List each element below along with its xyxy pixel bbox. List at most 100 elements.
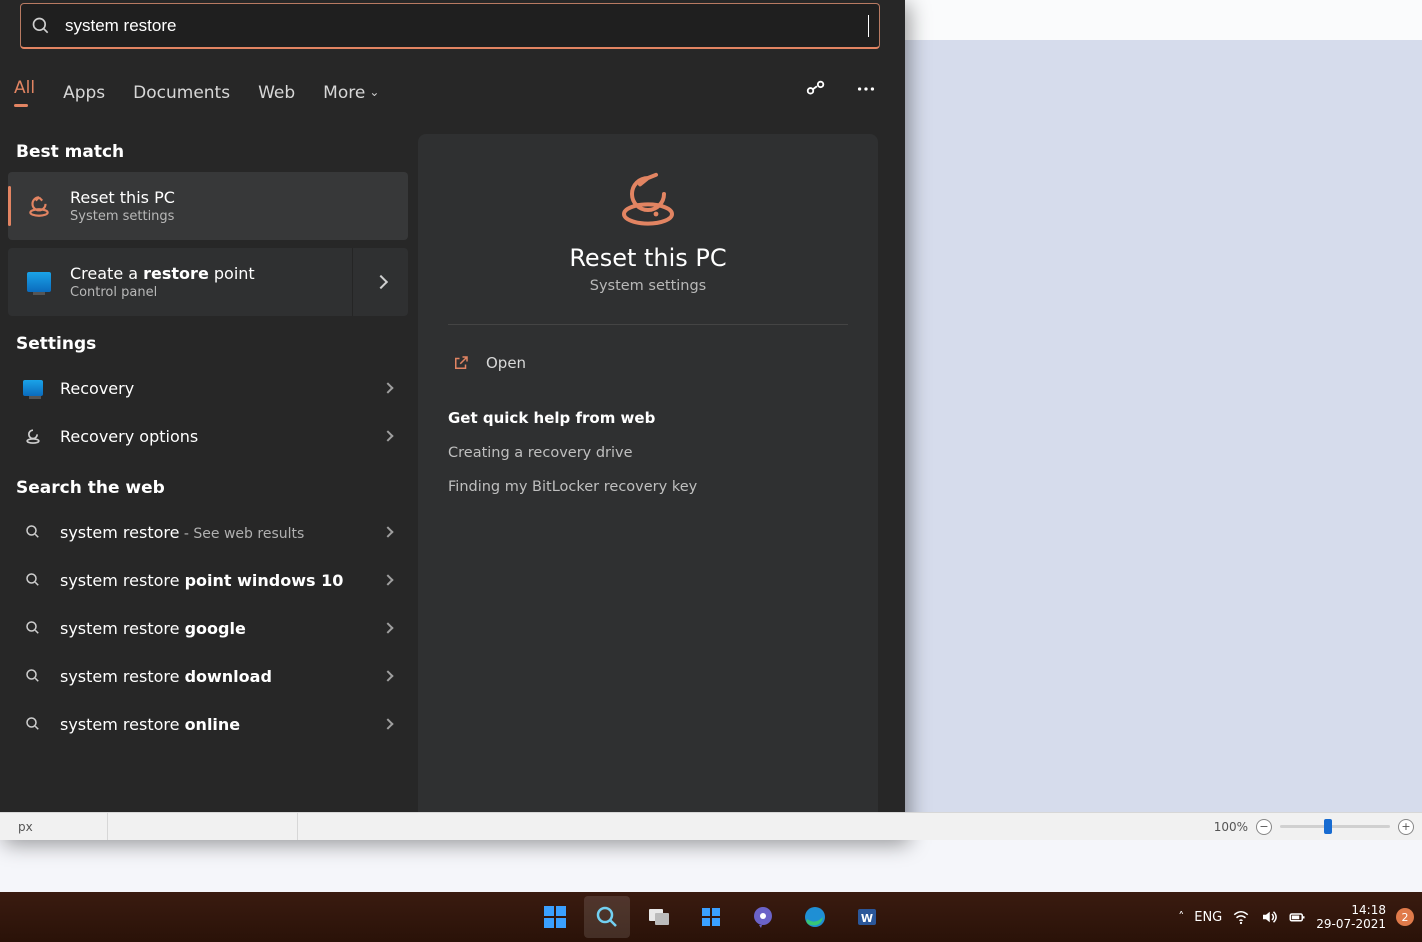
tray-expand-icon[interactable]: ˄ (1178, 910, 1184, 924)
wifi-icon[interactable] (1232, 908, 1250, 926)
restore-icon (26, 193, 52, 219)
help-link-0[interactable]: Creating a recovery drive (448, 445, 848, 461)
detail-pane: Reset this PC System settings Open Get q… (418, 134, 878, 822)
restore-small-icon (22, 425, 44, 447)
search-icon (22, 665, 44, 687)
result-subtitle: System settings (70, 209, 175, 224)
search-icon (595, 905, 619, 929)
chevron-right-icon (382, 430, 393, 441)
zoom-slider[interactable] (1280, 825, 1390, 828)
row-label: system restore point windows 10 (60, 571, 384, 590)
result-title: Create a restore point (70, 264, 255, 283)
date-text: 29-07-2021 (1316, 917, 1386, 931)
share-icon[interactable] (805, 78, 827, 100)
row-label: system restore - See web results (60, 523, 384, 542)
row-label: system restore download (60, 667, 384, 686)
zoom-label: 100% (1214, 820, 1248, 834)
text-cursor (868, 15, 869, 37)
web-result-1[interactable]: system restore point windows 10 (8, 556, 408, 604)
search-bar[interactable]: system restore (20, 3, 880, 49)
chevron-right-icon (382, 526, 393, 537)
tab-apps[interactable]: Apps (63, 83, 105, 103)
web-result-0[interactable]: system restore - See web results (8, 508, 408, 556)
monitor-icon (26, 269, 52, 295)
row-label: system restore google (60, 619, 384, 638)
result-reset-this-pc[interactable]: Reset this PC System settings (8, 172, 408, 240)
task-view-button[interactable] (636, 896, 682, 938)
settings-recovery-options[interactable]: Recovery options (8, 412, 408, 460)
open-action[interactable]: Open (448, 343, 848, 383)
result-title: Reset this PC (70, 188, 175, 207)
detail-subtitle: System settings (448, 278, 848, 294)
tab-all[interactable]: All (14, 78, 35, 107)
divider (448, 324, 848, 325)
search-icon (22, 713, 44, 735)
taskbar-search-button[interactable] (584, 896, 630, 938)
task-view-icon (647, 905, 671, 929)
status-strip: px 100% − + (0, 812, 1422, 840)
search-icon (31, 16, 51, 36)
zoom-out-button[interactable]: − (1256, 819, 1272, 835)
svg-text:W: W (861, 912, 873, 925)
windows-icon (544, 906, 566, 928)
more-icon[interactable] (855, 78, 877, 100)
widgets-icon (699, 905, 723, 929)
word-button[interactable]: W (844, 896, 890, 938)
notification-badge[interactable]: 2 (1396, 908, 1414, 926)
chevron-right-icon (382, 574, 393, 585)
start-button[interactable] (532, 896, 578, 938)
chevron-right-icon (382, 622, 393, 633)
search-icon (22, 521, 44, 543)
web-result-3[interactable]: system restore download (8, 652, 408, 700)
battery-icon[interactable] (1288, 908, 1306, 926)
edge-icon (803, 905, 827, 929)
chat-button[interactable] (740, 896, 786, 938)
help-heading: Get quick help from web (448, 409, 848, 427)
chevron-right-icon (382, 718, 393, 729)
search-panel: system restore All Apps Documents Web Mo… (0, 0, 905, 840)
expand-button[interactable] (352, 248, 408, 316)
open-label: Open (486, 354, 526, 372)
section-search-web: Search the web (16, 478, 408, 498)
taskbar: W ˄ ENG 14:18 29-07-2021 2 (0, 892, 1422, 942)
row-label: Recovery options (60, 427, 384, 446)
chevron-right-icon (382, 670, 393, 681)
result-subtitle: Control panel (70, 285, 255, 300)
recovery-icon (22, 377, 44, 399)
tab-web[interactable]: Web (258, 83, 295, 103)
edge-button[interactable] (792, 896, 838, 938)
search-icon (22, 617, 44, 639)
section-best-match: Best match (16, 142, 408, 162)
clock[interactable]: 14:18 29-07-2021 (1316, 903, 1386, 932)
settings-recovery[interactable]: Recovery (8, 364, 408, 412)
zoom-in-button[interactable]: + (1398, 819, 1414, 835)
row-label: system restore online (60, 715, 384, 734)
search-input[interactable]: system restore (65, 16, 870, 36)
result-create-restore-point[interactable]: Create a restore point Control panel (8, 248, 408, 316)
chevron-right-icon (382, 382, 393, 393)
chevron-right-icon (373, 275, 387, 289)
search-icon (22, 569, 44, 591)
chat-icon (751, 905, 775, 929)
tab-more[interactable]: More⌄ (323, 83, 379, 103)
language-indicator[interactable]: ENG (1194, 910, 1222, 925)
help-link-1[interactable]: Finding my BitLocker recovery key (448, 479, 848, 495)
background-window (905, 0, 1422, 840)
restore-large-icon (608, 170, 688, 226)
search-tabs: All Apps Documents Web More⌄ (14, 78, 379, 107)
row-label: Recovery (60, 379, 384, 398)
web-result-2[interactable]: system restore google (8, 604, 408, 652)
section-settings: Settings (16, 334, 408, 354)
status-cell (108, 813, 298, 840)
time-text: 14:18 (1316, 903, 1386, 917)
system-tray: ˄ ENG 14:18 29-07-2021 2 (1178, 892, 1414, 942)
tab-documents[interactable]: Documents (133, 83, 230, 103)
widgets-button[interactable] (688, 896, 734, 938)
open-icon (452, 354, 470, 372)
status-px: px (8, 813, 108, 840)
web-result-4[interactable]: system restore online (8, 700, 408, 748)
volume-icon[interactable] (1260, 908, 1278, 926)
results-column: Best match Reset this PC System settings… (8, 142, 408, 748)
chevron-down-icon: ⌄ (369, 85, 379, 99)
detail-title: Reset this PC (448, 244, 848, 272)
